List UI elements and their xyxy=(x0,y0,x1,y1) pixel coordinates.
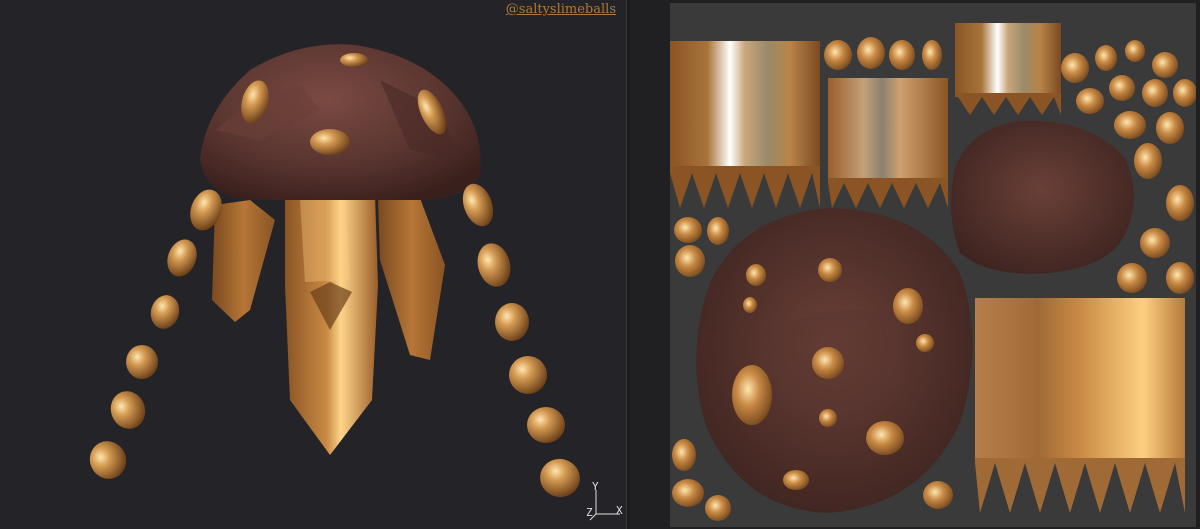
right-crystal xyxy=(378,198,445,360)
right-tendril xyxy=(462,183,580,498)
model-viewport[interactable]: @saltyslimeballs Y Z X xyxy=(0,0,626,529)
author-watermark: @saltyslimeballs xyxy=(505,2,616,17)
uv-viewport[interactable] xyxy=(630,0,1200,529)
left-crystal xyxy=(212,200,275,322)
y-axis-label: Y xyxy=(592,480,599,493)
jellyfish-crystal-model xyxy=(89,44,580,498)
x-axis-label: X xyxy=(616,504,623,517)
left-tendril xyxy=(89,189,222,479)
uv-texture-atlas xyxy=(670,3,1196,527)
z-axis-label: Z xyxy=(586,506,593,519)
xyz-axis-icon[interactable]: Y Z X xyxy=(586,480,626,522)
